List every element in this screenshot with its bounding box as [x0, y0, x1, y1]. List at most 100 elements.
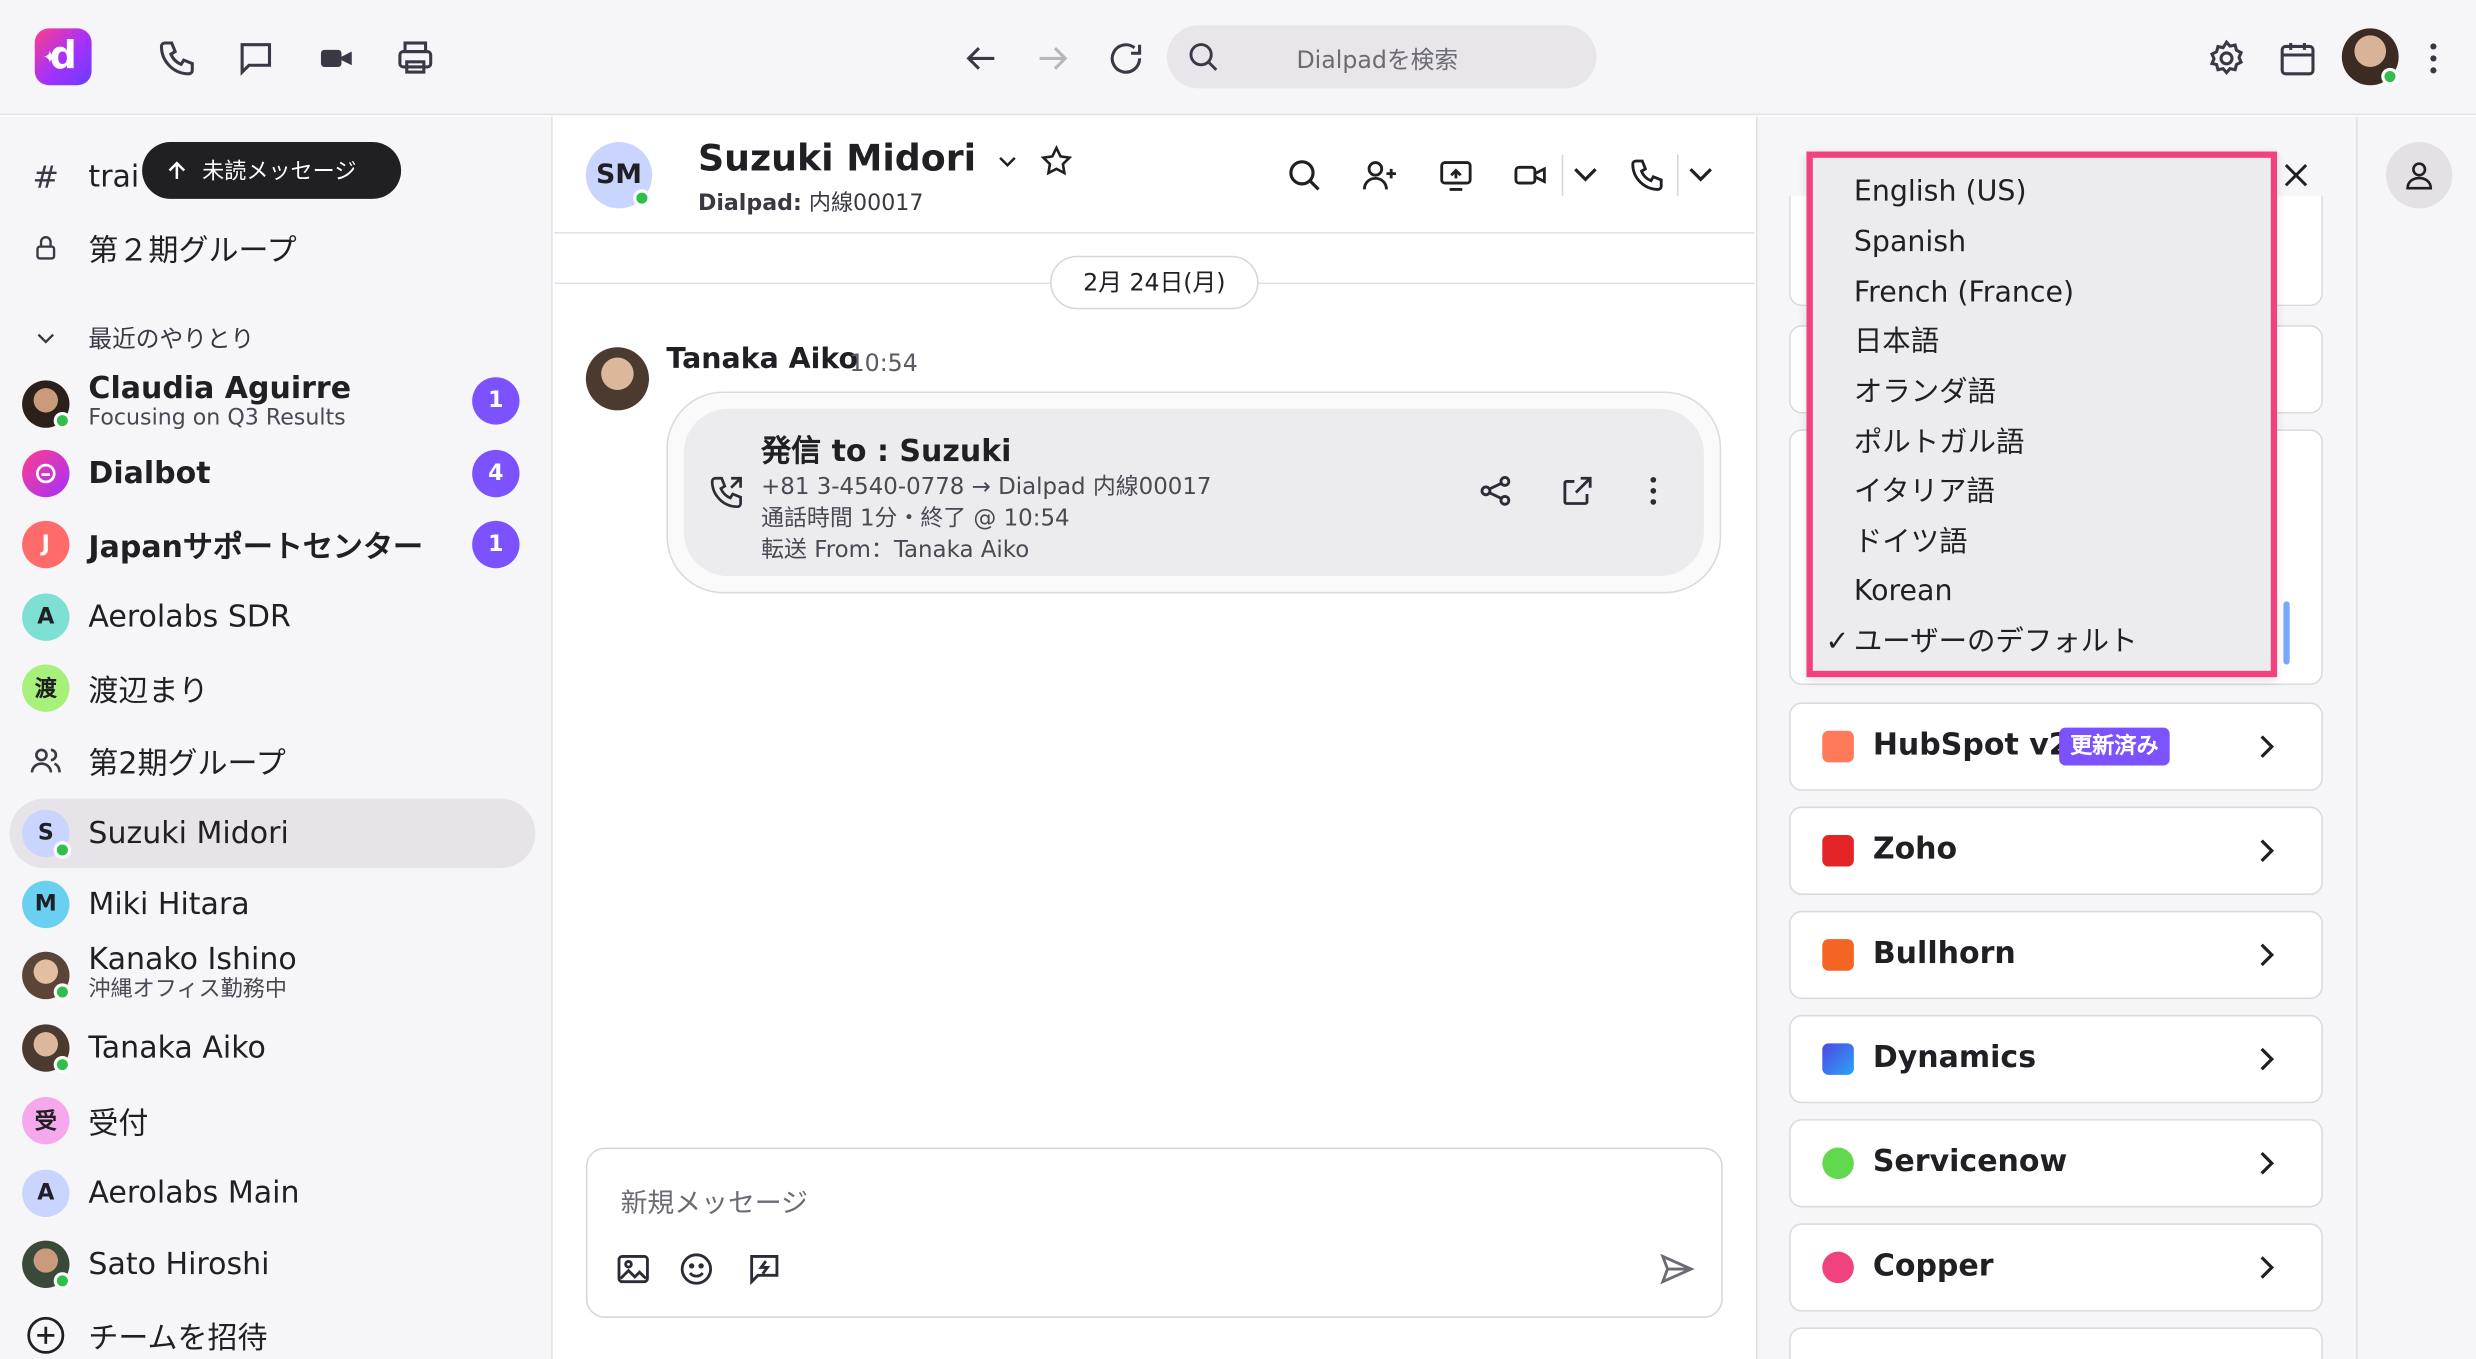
unread-badge: 4	[472, 449, 520, 498]
sidebar-item-locked-group[interactable]: 第２期グループ	[22, 216, 297, 279]
settings-gear-icon[interactable]	[2206, 38, 2247, 79]
avatar: J	[22, 520, 70, 569]
language-option[interactable]: Spanish	[1854, 218, 1966, 269]
plus-circle-icon	[22, 1315, 69, 1356]
star-icon[interactable]	[1039, 143, 1074, 178]
sidebar-item-miki[interactable]: M Miki Hitara	[22, 873, 250, 936]
sender-avatar[interactable]	[585, 347, 650, 411]
sidebar-item-watanabe[interactable]: 渡 渡辺まり	[22, 657, 208, 720]
conversation-pane: SM Suzuki Midori Dialpad: 内線00017 2月 24日…	[554, 116, 1755, 1359]
chevron-right-icon	[2249, 938, 2284, 979]
language-option[interactable]: ポルトガル語	[1854, 418, 2025, 469]
add-person-icon[interactable]	[1361, 156, 1399, 194]
arrow-up-icon	[168, 161, 186, 179]
user-avatar[interactable]	[2341, 28, 2399, 86]
send-icon[interactable]	[1658, 1250, 1696, 1288]
language-option[interactable]: オランダ語	[1854, 368, 1996, 419]
chevron-down-icon[interactable]	[1683, 156, 1721, 194]
sidebar-item-aerolabs-sdr[interactable]: A Aerolabs SDR	[22, 586, 291, 649]
phone-icon[interactable]	[1628, 156, 1666, 194]
more-vertical-icon[interactable]	[1634, 472, 1672, 516]
invite-team-button[interactable]: チームを招待	[22, 1304, 268, 1359]
sidebar-item-japan-support[interactable]: J Japanサポートセンター	[22, 513, 423, 576]
top-bar: ✦ d Dialpadを検索	[0, 0, 2476, 116]
forward-arrow-icon[interactable]	[1033, 38, 1074, 79]
image-icon[interactable]	[614, 1250, 652, 1288]
zoho-icon	[1822, 834, 1854, 867]
sidebar-item-channel[interactable]: # trai	[22, 145, 140, 208]
sidebar-item-suzuki[interactable]: S Suzuki Midori	[22, 802, 289, 865]
print-icon[interactable]	[395, 38, 436, 79]
chevron-down-icon	[22, 325, 69, 350]
more-vertical-icon[interactable]	[2413, 38, 2454, 79]
recent-section-header[interactable]: 最近のやりとり	[22, 306, 254, 369]
language-option[interactable]: ドイツ語	[1854, 518, 1968, 569]
contact-avatar[interactable]: SM	[585, 142, 653, 209]
contact-profile-button[interactable]	[2386, 142, 2453, 209]
share-icon[interactable]	[1476, 472, 1514, 516]
unread-badge: 1	[472, 377, 520, 425]
language-option[interactable]: French (France)	[1854, 268, 2074, 319]
video-icon[interactable]	[1511, 156, 1549, 194]
language-option[interactable]: 日本語	[1854, 317, 1939, 368]
sidebar-item-dialbot[interactable]: Dialbot	[22, 442, 211, 505]
call-log-message: 発信 to : Suzuki +81 3-4540-0778 → Dialpad…	[666, 391, 1722, 594]
search-icon	[1186, 39, 1221, 74]
video-icon[interactable]	[316, 38, 357, 79]
chevron-down-icon[interactable]	[995, 148, 1020, 173]
avatar: A	[22, 593, 70, 641]
integration-hubspot[interactable]: HubSpot v2 更新済み	[1789, 702, 2323, 791]
quick-reply-icon[interactable]	[745, 1250, 783, 1288]
open-external-icon[interactable]	[1559, 472, 1597, 516]
search-input[interactable]: Dialpadを検索	[1166, 25, 1597, 89]
calendar-icon[interactable]	[2277, 38, 2318, 79]
servicenow-icon	[1822, 1147, 1854, 1180]
emoji-icon[interactable]	[677, 1250, 715, 1288]
search-icon[interactable]	[1285, 156, 1323, 194]
contact-name[interactable]: Suzuki Midori	[698, 139, 1074, 180]
avatar	[22, 1024, 72, 1074]
hubspot-icon	[1822, 730, 1854, 763]
chevron-down-icon[interactable]	[1568, 156, 1606, 194]
chat-icon[interactable]	[235, 38, 276, 79]
sidebar-item-sato[interactable]: Sato Hiroshi	[22, 1233, 269, 1296]
back-arrow-icon[interactable]	[960, 38, 1001, 79]
chevron-right-icon	[2249, 1042, 2284, 1083]
message-composer[interactable]: 新規メッセージ	[585, 1147, 1723, 1318]
screen-share-icon[interactable]	[1437, 156, 1475, 194]
sidebar-item-aerolabs-main[interactable]: A Aerolabs Main	[22, 1162, 299, 1225]
integration-servicenow[interactable]: Servicenow	[1789, 1119, 2323, 1208]
sidebar-item-tanaka[interactable]: Tanaka Aiko	[22, 1016, 266, 1079]
dialpad-logo[interactable]: ✦ d	[34, 28, 92, 86]
integration-bullhorn[interactable]: Bullhorn	[1789, 910, 2323, 1000]
message-sender: Tanaka Aiko	[666, 342, 859, 376]
language-option[interactable]: イタリア語	[1854, 467, 1995, 518]
close-icon[interactable]	[2279, 158, 2314, 199]
reload-icon[interactable]	[1105, 38, 1146, 79]
integration-dynamics[interactable]: Dynamics	[1789, 1014, 2323, 1104]
call-log-card[interactable]: 発信 to : Suzuki +81 3-4540-0778 → Dialpad…	[683, 408, 1704, 577]
integration-copper[interactable]: Copper	[1789, 1223, 2323, 1312]
language-option[interactable]: Korean	[1854, 567, 1953, 618]
language-option-selected[interactable]: ユーザーのデフォルト	[1854, 617, 2138, 668]
sidebar-item-group-2[interactable]: 第2期グループ	[22, 729, 286, 792]
dialbot-icon	[22, 449, 70, 498]
group-users-icon	[22, 743, 69, 778]
avatar	[22, 951, 72, 1001]
divider	[1561, 154, 1564, 196]
avatar: A	[22, 1169, 70, 1217]
language-option[interactable]: English (US)	[1854, 167, 2027, 218]
lock-icon	[22, 232, 69, 264]
user-icon	[2406, 162, 2433, 190]
select-focus-edge	[2283, 601, 2290, 665]
unread-messages-button[interactable]: 未読メッセージ	[142, 142, 402, 199]
panel-card	[1789, 1327, 2323, 1359]
contact-extension: Dialpad: 内線00017	[697, 190, 924, 217]
chevron-right-icon	[2249, 833, 2284, 874]
sidebar-item-claudia[interactable]: Claudia Aguirre Focusing on Q3 Results	[22, 369, 351, 438]
sidebar-item-reception[interactable]: 受 受付	[22, 1089, 148, 1152]
phone-icon[interactable]	[156, 38, 197, 79]
updated-badge: 更新済み	[2059, 727, 2170, 766]
sidebar-item-kanako[interactable]: Kanako Ishino 沖縄オフィス勤務中	[22, 941, 297, 1010]
integration-zoho[interactable]: Zoho	[1789, 806, 2323, 895]
